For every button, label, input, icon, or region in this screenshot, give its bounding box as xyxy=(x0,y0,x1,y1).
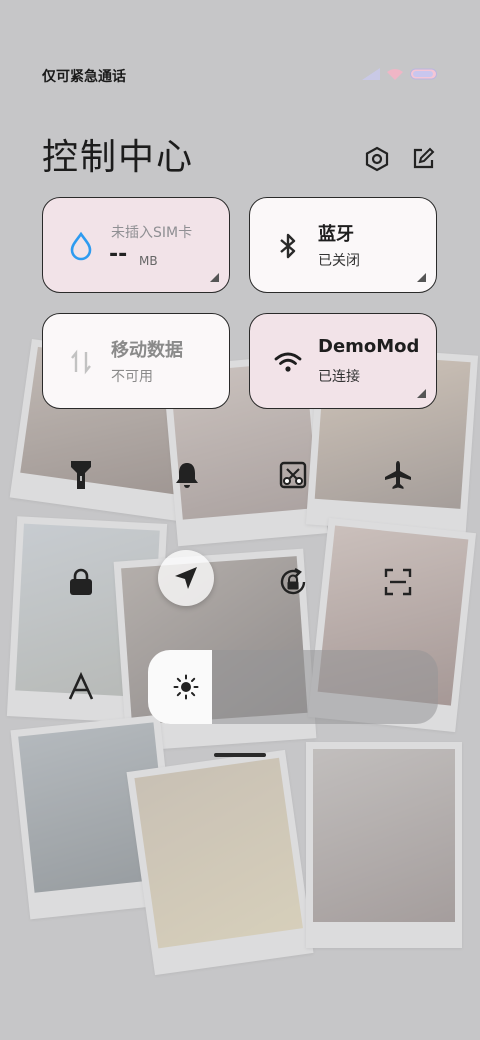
ringer-toggle[interactable] xyxy=(167,455,207,495)
screenshot-icon xyxy=(279,461,307,489)
expand-corner xyxy=(417,273,426,282)
wifi-tile[interactable]: DemoMod 已连接 xyxy=(249,313,437,409)
wifi-status: 已连接 xyxy=(318,369,360,385)
status-icons xyxy=(362,68,438,80)
scan-icon xyxy=(384,568,412,596)
battery-icon xyxy=(410,68,437,80)
font-icon xyxy=(68,672,94,700)
edit-icon[interactable] xyxy=(410,146,436,172)
bluetooth-status: 已关闭 xyxy=(318,253,360,269)
drag-handle[interactable] xyxy=(214,753,266,757)
data-usage-value: -- xyxy=(109,242,128,267)
signal-icon xyxy=(362,68,380,80)
brightness-slider[interactable] xyxy=(148,650,438,724)
bell-icon xyxy=(176,463,198,488)
rotation-lock-icon xyxy=(280,567,306,595)
page-title: 控制中心 xyxy=(42,137,195,178)
flashlight-toggle[interactable] xyxy=(61,455,101,495)
lock-icon xyxy=(70,568,92,595)
bluetooth-icon xyxy=(280,233,296,259)
wifi-status-icon xyxy=(387,69,403,80)
bluetooth-tile[interactable]: 蓝牙 已关闭 xyxy=(249,197,437,293)
expand-corner xyxy=(210,273,219,282)
scanner-toggle[interactable] xyxy=(378,562,418,602)
flashlight-icon xyxy=(71,461,91,489)
water-drop-icon xyxy=(70,231,92,261)
brightness-icon xyxy=(173,674,199,700)
mobile-data-tile[interactable]: 移动数据 不可用 xyxy=(42,313,230,409)
carrier-status-text: 仅可紧急通话 xyxy=(42,69,126,85)
expand-corner xyxy=(417,389,426,398)
font-size-toggle[interactable] xyxy=(61,667,101,707)
airplane-toggle[interactable] xyxy=(378,455,418,495)
airplane-icon xyxy=(385,461,411,489)
screenshot-toggle[interactable] xyxy=(273,455,313,495)
rotation-lock-toggle[interactable] xyxy=(273,562,313,602)
wifi-network-name: DemoMod xyxy=(318,336,420,357)
bluetooth-title: 蓝牙 xyxy=(318,224,354,245)
wifi-icon xyxy=(274,352,302,372)
mobile-data-arrows-icon xyxy=(71,349,91,375)
mobile-data-status: 不可用 xyxy=(111,369,153,385)
data-usage-unit: MB xyxy=(139,254,158,268)
location-icon xyxy=(175,567,197,589)
lock-screen-toggle[interactable] xyxy=(61,562,101,602)
sim-status-label: 未插入SIM卡 xyxy=(111,225,193,241)
settings-hexagon-icon[interactable] xyxy=(364,146,390,172)
location-toggle[interactable] xyxy=(158,550,214,606)
data-usage-tile[interactable]: 未插入SIM卡 -- MB xyxy=(42,197,230,293)
mobile-data-title: 移动数据 xyxy=(111,340,183,361)
